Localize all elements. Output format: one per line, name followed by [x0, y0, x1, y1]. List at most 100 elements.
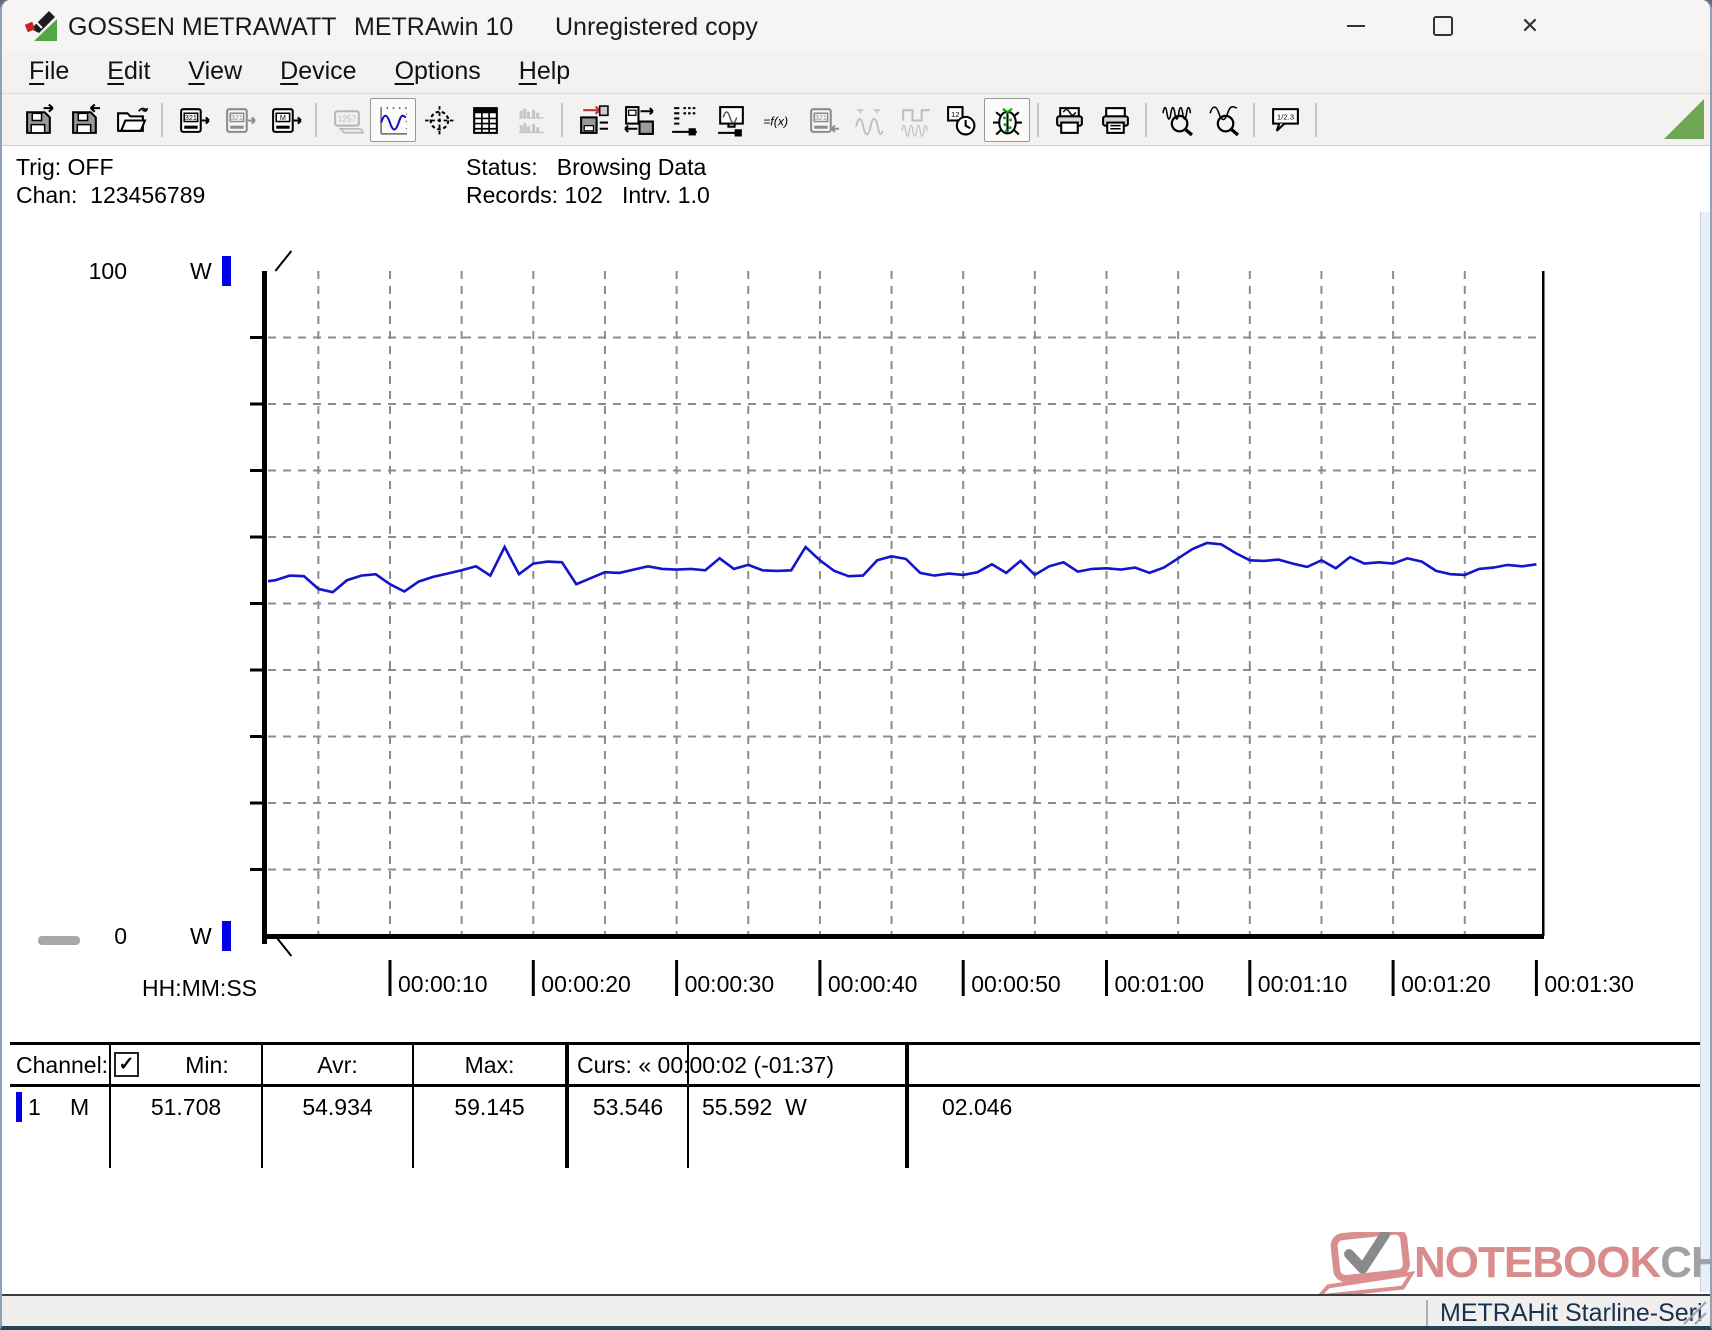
status-bar: METRAHit Starline-Seri: [2, 1294, 1710, 1327]
transfer-settings-button[interactable]: [570, 98, 616, 142]
menu-item-view[interactable]: View: [169, 53, 261, 90]
x-tick-label: 00:00:50: [971, 971, 1061, 997]
print-preview-button[interactable]: [1046, 98, 1092, 142]
menu-item-file[interactable]: File: [10, 53, 88, 90]
title-bar: GOSSEN METRAWATT METRAwin 10 Unregistere…: [2, 0, 1710, 50]
toolbar-separator: [561, 103, 563, 137]
minimize-button[interactable]: [1333, 8, 1379, 44]
col-header-channel: Channel:: [16, 1052, 109, 1078]
svg-text:=f(x): =f(x): [763, 114, 788, 128]
notebookcheck-watermark: NOTEBOOKCHECK: [1314, 1232, 1710, 1294]
zoom-in-icon: [1161, 106, 1193, 136]
toolbar-separator: [1253, 103, 1255, 137]
app-title: GOSSEN METRAWATT: [68, 13, 337, 41]
device-settings-button[interactable]: [616, 98, 662, 142]
x-tick-label: 00:01:20: [1401, 971, 1491, 997]
x-tick-label: 00:00:20: [541, 971, 631, 997]
cursor-tool-button[interactable]: [416, 98, 462, 142]
y-min-label: 0: [114, 923, 127, 949]
save-export-button[interactable]: [16, 98, 62, 142]
toolbar-separator: [1037, 103, 1039, 137]
svg-text:12: 12: [951, 109, 960, 118]
tablegrid-icon: [472, 106, 498, 134]
cell-delta: 02.046: [942, 1094, 1013, 1120]
toolbar-separator: [315, 103, 317, 137]
channels-icon: [671, 106, 697, 135]
app-window: GOSSEN METRAWATT METRAwin 10 Unregistere…: [0, 0, 1712, 1330]
read-device-button[interactable]: 321: [170, 98, 216, 142]
chart-view-button[interactable]: [370, 98, 416, 142]
open-file-button[interactable]: [108, 98, 154, 142]
formula-button[interactable]: =f(x): [754, 98, 800, 142]
grid-lines: [268, 271, 1542, 934]
h-scrollbar-thumb[interactable]: [38, 936, 80, 945]
close-button[interactable]: ✕: [1507, 8, 1553, 44]
floppy-out-icon: [25, 103, 54, 134]
product-title: METRAwin 10: [354, 13, 514, 41]
fx-icon: =f(x): [763, 114, 788, 128]
menu-bar: File Edit View Device Options Help: [2, 50, 1710, 94]
menu-item-device[interactable]: Device: [261, 53, 375, 90]
menu-item-edit[interactable]: Edit: [88, 53, 169, 90]
records-status: Records: 102 Intrv. 1.0: [466, 182, 710, 208]
chart-plot[interactable]: 100 W 0 W HH:MM:SS 00:00:10 00:00:20 00:00:30 00…: [2, 210, 1712, 1070]
svg-text:1257: 1257: [337, 114, 356, 123]
cell-min: 51.708: [150, 1094, 222, 1120]
read-memory-button[interactable]: M: [262, 98, 308, 142]
chart-icon: [379, 106, 407, 135]
license-status: Unregistered copy: [555, 13, 758, 41]
cell-cursor1: 53.546: [592, 1094, 664, 1120]
svg-text:1/2.3: 1/2.3: [1276, 112, 1293, 121]
monitor-button[interactable]: [708, 98, 754, 142]
menu-item-help[interactable]: Help: [500, 53, 589, 90]
zoom-in-button[interactable]: [1154, 98, 1200, 142]
channel-visible-checkbox[interactable]: ✓: [114, 1052, 139, 1077]
lcd-icon: 1257: [333, 109, 364, 134]
channel-settings-button[interactable]: [662, 98, 708, 142]
plot-right-border: [1542, 271, 1545, 936]
device-name: METRAHit Starline-Seri: [1440, 1299, 1703, 1327]
x-tick-label: 00:01:30: [1544, 971, 1634, 997]
maximize-button[interactable]: [1420, 8, 1466, 44]
print-button[interactable]: [1092, 98, 1138, 142]
mem-out-icon: M: [271, 107, 302, 133]
x-axis-line: [262, 934, 1544, 939]
watermark-text-secondary: CHECK: [1660, 1238, 1710, 1287]
toolbar-separator: [161, 103, 163, 137]
save-import-button[interactable]: [62, 98, 108, 142]
chart-scrollbar[interactable]: [1700, 212, 1710, 1292]
clock-save-icon: 12: [946, 105, 975, 135]
menu-item-options[interactable]: Options: [376, 53, 500, 90]
time-settings-button[interactable]: 12: [938, 98, 984, 142]
browse-status: Status: Browsing Data: [466, 154, 707, 180]
channel-color-marker: [16, 1092, 22, 1122]
pulse-icon: [900, 108, 930, 137]
chan-status: Chan: 123456789: [16, 182, 206, 208]
cell-max: 59.145: [454, 1094, 525, 1120]
svg-text:321: 321: [814, 112, 826, 121]
series-line: [268, 541, 1537, 594]
svg-text:321: 321: [184, 112, 196, 121]
table-header-divider: [10, 1084, 1706, 1087]
print-wave-icon: [1055, 106, 1083, 134]
debug-button[interactable]: [984, 98, 1030, 142]
x-tick-label: 00:00:10: [398, 971, 488, 997]
notebookcheck-laptop-icon: [1314, 1232, 1416, 1294]
x-tick-label: 00:01:10: [1258, 971, 1348, 997]
range-marker-top: [222, 256, 231, 286]
x-tick-label: 00:00:40: [828, 971, 918, 997]
table-view-button[interactable]: [462, 98, 508, 142]
resize-grip[interactable]: [1680, 1298, 1708, 1326]
annotation-button[interactable]: 1/2.3: [1262, 98, 1308, 142]
y-unit-top: W: [190, 258, 212, 284]
zoom-out-button[interactable]: [1200, 98, 1246, 142]
toolbar-separator: [1145, 103, 1147, 137]
client-area: Trig: OFF Chan: 123456789 Status: Browsi…: [2, 146, 1710, 1294]
toolbar: 321 321 M 1257 =f(x) 321 12 1/2.3: [2, 95, 1710, 146]
y-unit-bottom: W: [190, 923, 212, 949]
trig-status: Trig: OFF: [16, 154, 114, 180]
y-max-label: 100: [89, 258, 127, 284]
zoom-out-icon: [1208, 105, 1239, 136]
printer-icon: [1101, 106, 1129, 134]
status-bar-divider: [1426, 1300, 1428, 1326]
